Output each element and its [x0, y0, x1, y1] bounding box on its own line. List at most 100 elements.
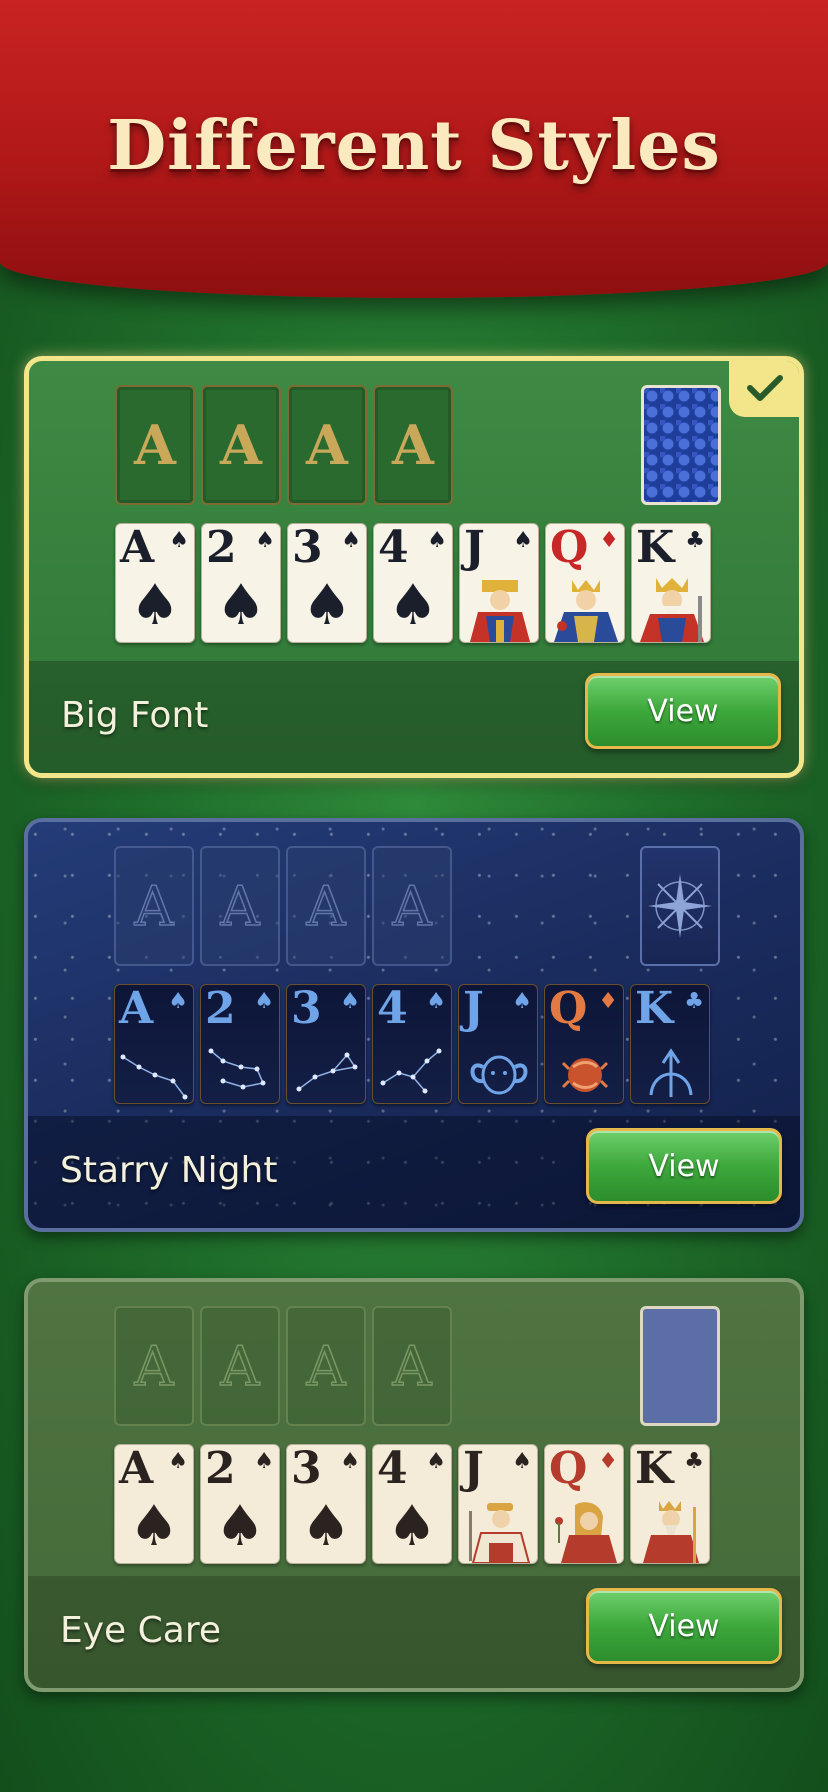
spade-icon: ♠: [427, 528, 447, 553]
foundation-slot: A: [201, 385, 281, 505]
card-rank: A: [120, 523, 155, 573]
compass-star-icon: [648, 874, 712, 938]
style-name: Starry Night: [60, 1150, 278, 1191]
view-button[interactable]: View: [585, 673, 781, 749]
foundation-slot: A: [200, 1306, 280, 1426]
checkmark-icon: [747, 375, 783, 401]
playing-card: 3 ♠ ♠: [286, 1444, 366, 1564]
foundation-slot: A: [372, 1306, 452, 1426]
view-button[interactable]: View: [586, 1128, 782, 1204]
card-rank: K: [636, 523, 675, 573]
playing-card: K ♣: [630, 1444, 710, 1564]
foundation-slot: A: [287, 385, 367, 505]
playing-card: Q ♦: [544, 1444, 624, 1564]
card-rank: Q: [550, 523, 589, 573]
foundation-slot: A: [114, 1306, 194, 1426]
constellation-icon: [208, 1048, 266, 1090]
playing-card: J ♠: [458, 984, 538, 1104]
queen-figure-icon: [555, 1502, 617, 1563]
playing-card: 4 ♠ ♠: [373, 523, 453, 643]
style-name: Eye Care: [60, 1610, 221, 1651]
playing-card: 4 ♠ ♠: [372, 1444, 452, 1564]
style-footer: Starry Night View: [28, 1116, 800, 1228]
playing-card: K ♣: [631, 523, 711, 643]
spade-icon: ♠: [300, 1494, 352, 1559]
spade-icon: ♠: [301, 573, 353, 638]
aries-icon: [470, 1055, 528, 1095]
card-rank: K: [635, 1444, 674, 1494]
foundation-slot: A: [200, 846, 280, 966]
spade-icon: ♠: [387, 573, 439, 638]
playing-card: A ♠: [114, 984, 194, 1104]
selected-badge: [729, 361, 799, 417]
playing-card: A ♠ ♠: [114, 1444, 194, 1564]
spade-icon: ♠: [214, 1494, 266, 1559]
diamond-icon: ♦: [598, 1449, 618, 1474]
playing-card: Q ♦: [544, 984, 624, 1104]
card-rank: 4: [378, 523, 409, 573]
playing-card: 2 ♠: [200, 984, 280, 1104]
spade-icon: ♠: [386, 1494, 438, 1559]
club-icon: ♣: [685, 528, 705, 553]
spade-icon: ♠: [128, 1494, 180, 1559]
foundation-slot: A: [115, 385, 195, 505]
card-rank: J: [463, 1444, 484, 1494]
card-back: [641, 385, 721, 505]
card-rank: A: [119, 1444, 154, 1494]
playing-card: Q ♦: [545, 523, 625, 643]
foundation-slot: A: [373, 385, 453, 505]
style-card-eye-care[interactable]: A A A A A ♠ ♠ 2 ♠ ♠ 3 ♠ ♠ 4 ♠ ♠ J ♠ Q ♦: [24, 1278, 804, 1692]
spade-icon: ♠: [168, 989, 188, 1014]
spade-icon: ♠: [169, 528, 189, 553]
playing-card: 4 ♠: [372, 984, 452, 1104]
style-footer: Eye Care View: [28, 1576, 800, 1688]
spade-icon: ♠: [340, 1449, 360, 1474]
playing-card: A ♠ ♠: [115, 523, 195, 643]
king-figure-icon: [640, 578, 704, 642]
queen-figure-icon: [554, 580, 618, 642]
view-button[interactable]: View: [586, 1588, 782, 1664]
foundation-slot: A: [114, 846, 194, 966]
spade-icon: ♠: [426, 989, 446, 1014]
playing-card: J ♠: [459, 523, 539, 643]
spade-icon: ♠: [215, 573, 267, 638]
card-rank: Q: [549, 1444, 588, 1494]
spade-icon: ♠: [513, 528, 533, 553]
style-footer: Big Font View: [29, 661, 799, 773]
sagittarius-icon: [649, 1048, 693, 1097]
playing-card: 3 ♠ ♠: [287, 523, 367, 643]
card-rank: 4: [377, 1444, 408, 1494]
card-rank: J: [464, 523, 485, 573]
king-figure-icon: [643, 1501, 699, 1563]
constellation-icon: [380, 1048, 442, 1094]
jack-figure-icon: [469, 1503, 531, 1563]
card-rank: K: [635, 984, 674, 1034]
foundation-slot: A: [286, 1306, 366, 1426]
club-icon: ♣: [684, 1449, 704, 1474]
playing-card: J ♠: [458, 1444, 538, 1564]
spade-icon: ♠: [254, 989, 274, 1014]
playing-card: K ♣: [630, 984, 710, 1104]
spade-icon: ♠: [341, 528, 361, 553]
spade-icon: ♠: [129, 573, 181, 638]
club-icon: ♣: [684, 989, 704, 1014]
constellation-icon: [120, 1054, 188, 1100]
card-rank: 3: [292, 523, 323, 573]
spade-icon: ♠: [512, 989, 532, 1014]
diamond-icon: ♦: [599, 528, 619, 553]
card-rank: A: [119, 984, 154, 1034]
card-rank: J: [463, 984, 484, 1034]
card-back: [640, 846, 720, 966]
style-card-starry-night[interactable]: A A A A A ♠ 2 ♠ 3 ♠ 4 ♠ J ♠ Q ♦ K ♣ Star…: [24, 818, 804, 1232]
style-card-big-font[interactable]: A A A A A ♠ ♠ 2 ♠ ♠ 3 ♠ ♠ 4 ♠ ♠ J ♠ Q ♦: [24, 356, 804, 778]
spade-icon: ♠: [340, 989, 360, 1014]
playing-card: 2 ♠ ♠: [200, 1444, 280, 1564]
spade-icon: ♠: [254, 1449, 274, 1474]
card-rank: 4: [377, 984, 408, 1034]
spade-icon: ♠: [255, 528, 275, 553]
card-rank: Q: [549, 984, 588, 1034]
foundation-slot: A: [286, 846, 366, 966]
card-rank: 3: [291, 984, 322, 1034]
cancer-icon: [561, 1058, 609, 1092]
header-banner: Different Styles: [0, 0, 828, 298]
